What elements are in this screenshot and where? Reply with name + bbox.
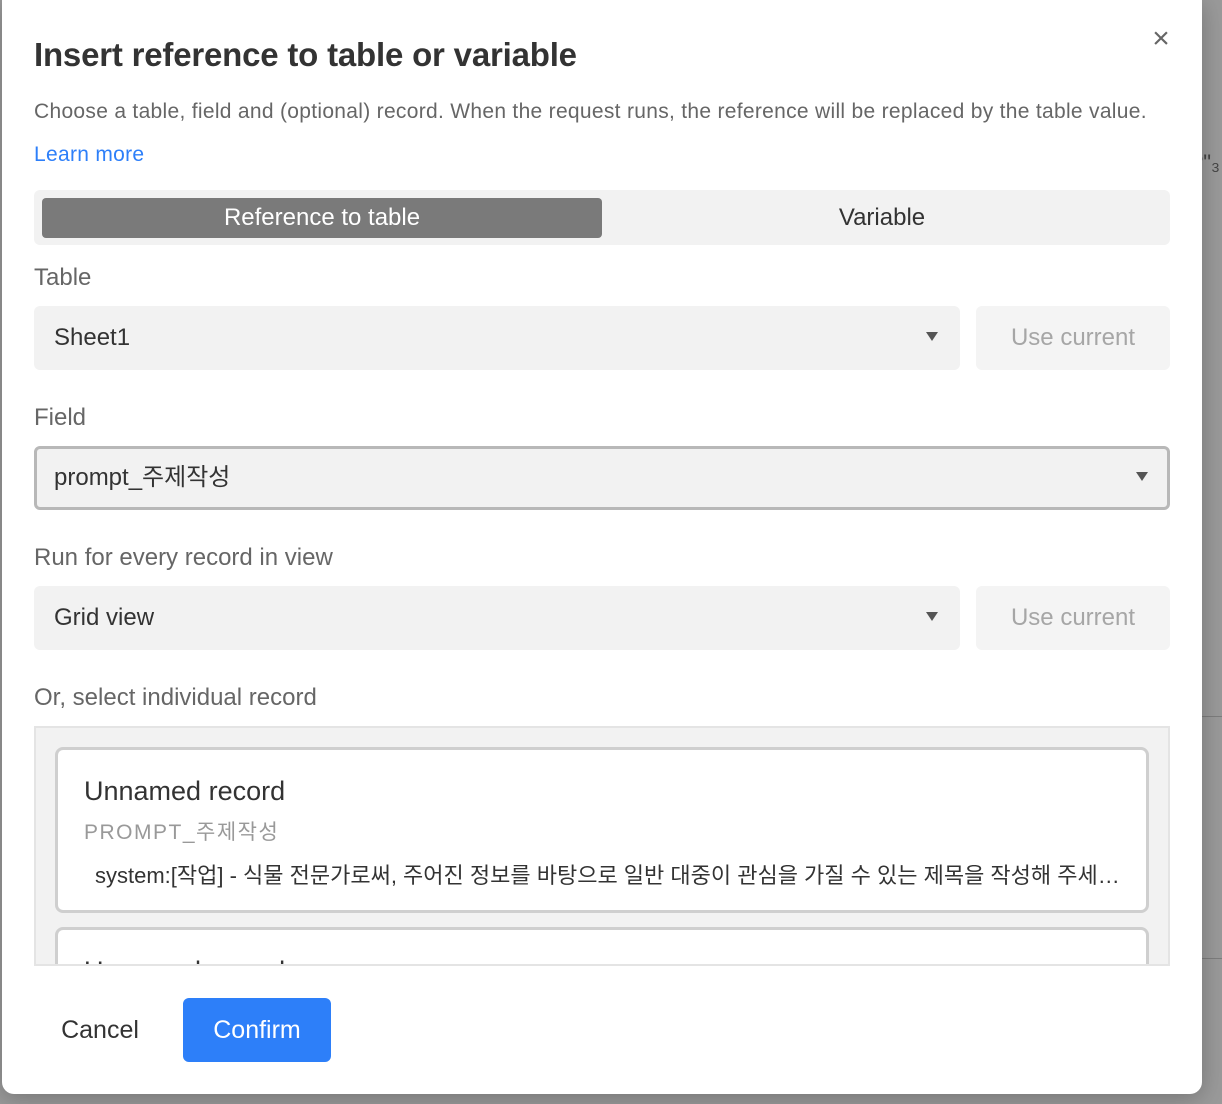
record-label: Or, select individual record	[34, 684, 317, 711]
description-text: Choose a table, field and (optional) rec…	[34, 100, 1147, 123]
field-select[interactable]: prompt_주제작성	[34, 446, 1170, 510]
table-label: Table	[34, 264, 92, 291]
background-divider	[1202, 716, 1222, 717]
tab-reference-to-table[interactable]: Reference to table	[42, 198, 602, 238]
confirm-button[interactable]: Confirm	[183, 998, 331, 1062]
field-select-value: prompt_주제작성	[54, 464, 231, 491]
view-select[interactable]: Grid view	[34, 586, 960, 650]
learn-more-link[interactable]: Learn more	[34, 143, 144, 166]
record-name: Unnamed record	[84, 776, 286, 806]
field-label: Field	[34, 404, 87, 431]
record-name: Unnamed record	[84, 956, 285, 964]
chevron-down-icon	[1136, 472, 1148, 481]
cancel-button[interactable]: Cancel	[38, 998, 162, 1062]
dialog-description: Choose a table, field and (optional) rec…	[34, 90, 1154, 176]
background-divider	[1202, 958, 1222, 959]
close-icon[interactable]: ×	[1148, 24, 1174, 54]
view-select-value: Grid view	[54, 604, 155, 631]
chevron-down-icon	[926, 332, 938, 341]
dialog-title: Insert reference to table or variable	[34, 36, 577, 73]
view-label: Run for every record in view	[34, 544, 333, 571]
tab-variable[interactable]: Variable	[602, 198, 1162, 238]
view-use-current-button[interactable]: Use current	[976, 586, 1170, 650]
reference-type-switch: Reference to table Variable	[34, 190, 1170, 245]
record-card[interactable]: Unnamed record	[55, 927, 1149, 964]
record-field-name: PROMPT_주제작성	[84, 821, 280, 844]
table-select-value: Sheet1	[54, 324, 131, 351]
chevron-down-icon	[926, 612, 938, 621]
record-list[interactable]: Unnamed record PROMPT_주제작성 system:[작업] -…	[34, 726, 1170, 966]
table-select[interactable]: Sheet1	[34, 306, 960, 370]
record-card[interactable]: Unnamed record PROMPT_주제작성 system:[작업] -…	[55, 747, 1149, 913]
insert-reference-dialog: × Insert reference to table or variable …	[2, 0, 1202, 1094]
record-field-value: system:[작업] - 식물 전문가로써, 주어진 정보를 바탕으로 일반 …	[95, 863, 1121, 888]
table-use-current-button[interactable]: Use current	[976, 306, 1170, 370]
